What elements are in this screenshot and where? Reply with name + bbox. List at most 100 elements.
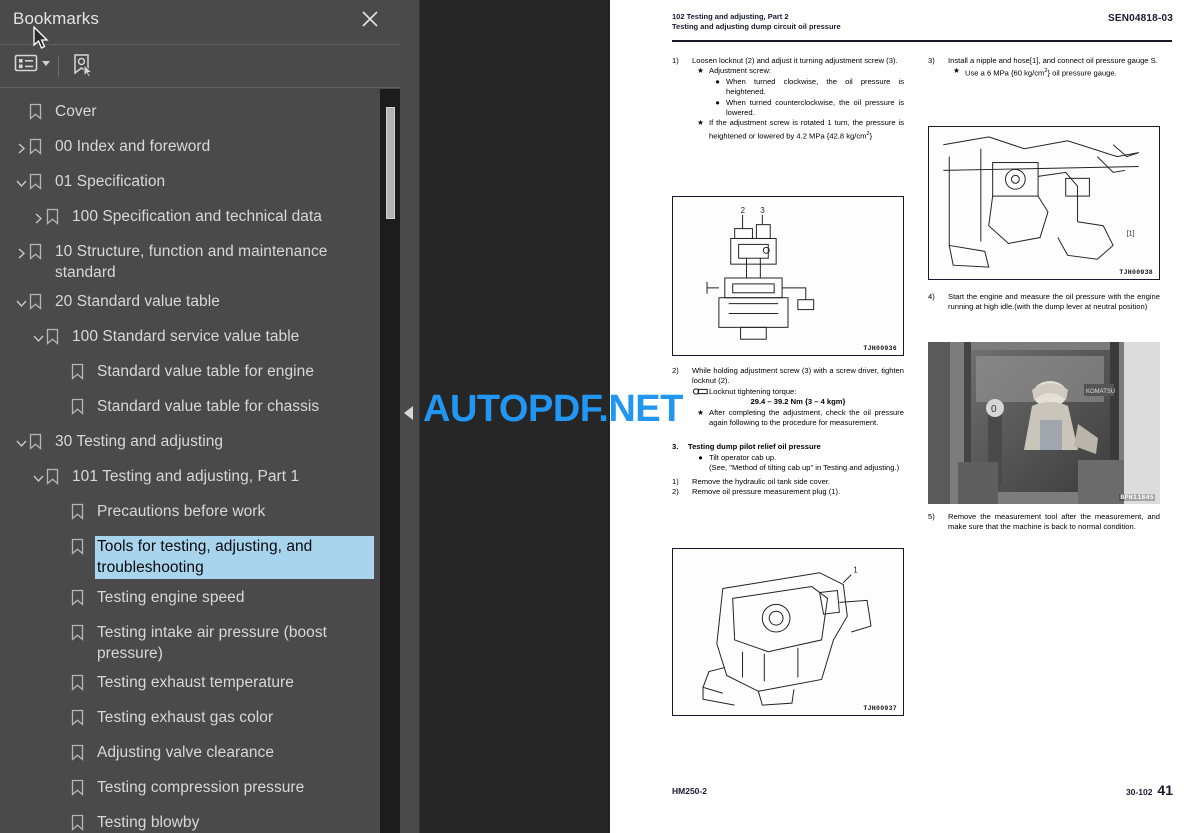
step-3-star-tail: } oil pressure gauge. (1047, 68, 1117, 78)
svg-text:2: 2 (741, 206, 745, 215)
bookmarks-tree[interactable]: Cover 00 Index and foreword 01 Specificati… (0, 89, 380, 833)
section-3-step-2-number: 2) (672, 487, 679, 497)
chevron-right-icon[interactable] (13, 243, 29, 263)
bookmark-label: Testing compression pressure (97, 779, 305, 796)
chevron-down-icon[interactable] (13, 433, 29, 453)
bookmark-icon (71, 589, 88, 609)
step-1-number: 1) (672, 56, 679, 65)
bookmark-item[interactable]: 10 Structure, function and maintenance s… (0, 237, 380, 287)
step-3-star: Use a 6 MPa {60 kg/cm (965, 68, 1045, 78)
chevron-down-icon[interactable] (13, 173, 29, 193)
hydraulic-plug-drawing: 1 (702, 566, 872, 706)
section-3-step-1-number: 1) (672, 476, 679, 486)
bookmark-label: Precautions before work (97, 503, 266, 520)
bookmark-icon (29, 138, 46, 158)
bookmark-item[interactable]: Precautions before work (0, 497, 380, 532)
new-bookmark-icon[interactable] (70, 53, 96, 77)
bookmark-icon (46, 328, 63, 348)
section-3-step-1-text: Remove the hydraulic oil tank side cover… (692, 476, 831, 486)
pdf-reader-window: Bookmarks Cover 00 Index and foreword 01… (0, 0, 1200, 833)
step-1: 1) Loosen locknut (2) and adjust it turn… (672, 56, 904, 141)
svg-text:0: 0 (991, 404, 997, 415)
svg-text:KOMATSU: KOMATSU (1086, 389, 1115, 395)
bookmark-icon (71, 709, 88, 729)
star-bullet-icon: ★ (697, 118, 704, 128)
bookmarks-scrollbar[interactable] (380, 89, 400, 833)
bookmark-item[interactable]: 30 Testing and adjusting (0, 427, 380, 462)
bookmark-label: Cover (55, 103, 97, 120)
step-2-text: While holding adjustment screw (3) with … (692, 366, 904, 386)
bookmark-item[interactable]: Cover (0, 97, 380, 132)
bookmark-label: Testing blowby (97, 814, 200, 831)
chevron-down-icon[interactable] (30, 468, 46, 488)
bookmark-item[interactable]: 101 Testing and adjusting, Part 1 (0, 462, 380, 497)
bookmark-item[interactable]: Standard value table for chassis (0, 392, 380, 427)
close-icon[interactable] (358, 7, 382, 31)
document-page: 102 Testing and adjusting, Part 2 Testin… (610, 0, 1200, 833)
list-options-icon[interactable] (14, 53, 50, 73)
bookmark-icon (71, 398, 88, 418)
bookmark-item[interactable]: Standard value table for engine (0, 357, 380, 392)
svg-text:1: 1 (853, 566, 857, 575)
toolbar-separator (58, 55, 59, 77)
bookmark-item[interactable]: 20 Standard value table (0, 287, 380, 322)
step-5-number: 5) (928, 512, 935, 521)
scrollbar-thumb[interactable] (386, 107, 395, 219)
bookmarks-panel: Bookmarks Cover 00 Index and foreword 01… (0, 0, 400, 833)
panel-splitter[interactable] (400, 0, 420, 833)
engine-compartment-drawing: [1] (943, 136, 1139, 268)
bookmark-label: 00 Index and foreword (55, 138, 211, 155)
chevron-right-icon[interactable] (13, 138, 29, 158)
section-3-title: Testing dump pilot relief oil pressure (688, 442, 821, 452)
page-footer-pagination: 30-102 41 (1126, 782, 1173, 798)
bookmark-icon (29, 433, 46, 453)
step-4-text: Start the engine and measure the oil pre… (948, 292, 1160, 312)
bookmark-label: 20 Standard value table (55, 293, 220, 310)
step-3-text: Install a nipple and hose[1], and connec… (948, 56, 1158, 65)
bookmark-item[interactable]: 100 Specification and technical data (0, 202, 380, 237)
bookmark-label: Standard value table for chassis (97, 398, 320, 415)
bookmark-item[interactable]: 100 Standard service value table (0, 322, 380, 357)
bookmark-icon (71, 538, 88, 558)
valve-assembly-drawing: 2 3 (706, 206, 815, 340)
collapse-left-icon[interactable] (404, 406, 413, 420)
step-1-star-2: If the adjustment screw is rotated 1 tur… (709, 118, 904, 141)
section-3-number: 3. (672, 442, 679, 452)
page-header-line1: 102 Testing and adjusting, Part 2 (672, 12, 789, 21)
chevron-right-icon[interactable] (30, 208, 46, 228)
star-bullet-icon: ★ (953, 66, 960, 76)
step-1-bullet-1: When turned clockwise, the oil pressure … (726, 76, 904, 97)
bookmark-icon (71, 503, 88, 523)
footer-page-number: 41 (1157, 782, 1173, 798)
bookmark-item[interactable]: Tools for testing, adjusting, and troubl… (0, 532, 380, 583)
bookmark-label: Testing intake air pressure (boost press… (97, 624, 328, 662)
bookmark-item[interactable]: Testing exhaust gas color (0, 703, 380, 738)
header-rule (672, 40, 1172, 42)
bookmarks-panel-header: Bookmarks (0, 0, 400, 45)
figure-1-label: TJH00936 (862, 345, 898, 352)
step-2-number: 2) (672, 366, 679, 375)
bookmark-item[interactable]: Testing blowby (0, 808, 380, 833)
bookmark-icon (29, 173, 46, 193)
bookmark-icon (29, 103, 46, 123)
bookmark-item[interactable]: Adjusting valve clearance (0, 738, 380, 773)
bookmark-icon (46, 208, 63, 228)
bookmark-icon (71, 674, 88, 694)
chevron-down-icon[interactable] (13, 293, 29, 313)
star-bullet-icon: ★ (697, 66, 704, 76)
chevron-down-icon[interactable] (30, 328, 46, 348)
bookmark-item[interactable]: Testing compression pressure (0, 773, 380, 808)
bookmark-item[interactable]: 00 Index and foreword (0, 132, 380, 167)
bookmark-item[interactable]: Testing exhaust temperature (0, 668, 380, 703)
bookmark-item[interactable]: Testing engine speed (0, 583, 380, 618)
bookmark-item[interactable]: Testing intake air pressure (boost press… (0, 618, 380, 668)
bookmark-label: Testing exhaust gas color (97, 709, 274, 726)
bookmark-item[interactable]: 01 Specification (0, 167, 380, 202)
page-header-code: SEN04818-03 (1107, 13, 1173, 24)
chevron-down-icon[interactable] (42, 60, 50, 66)
